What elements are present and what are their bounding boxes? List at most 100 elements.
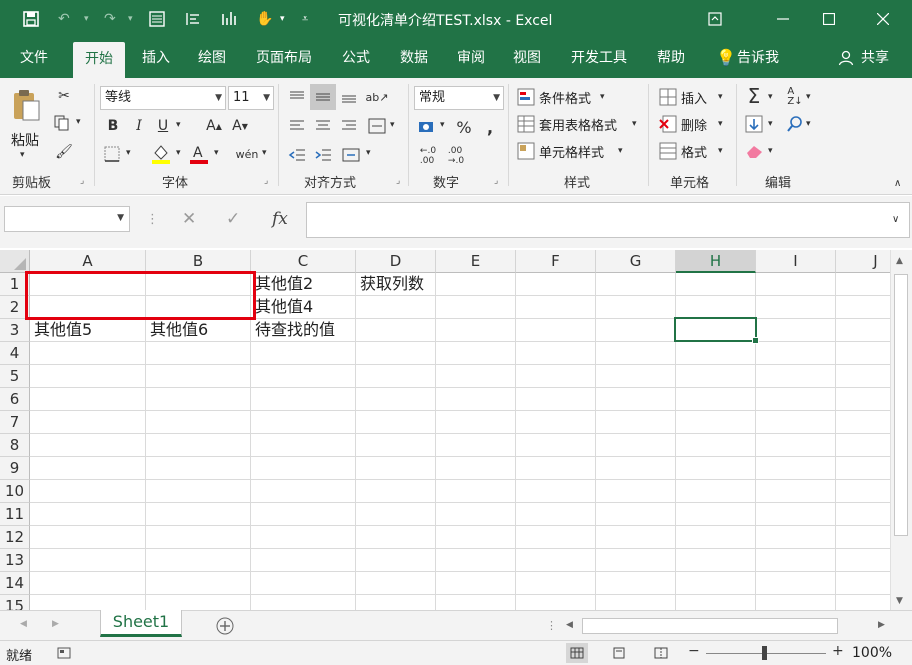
phonetic-dropdown-icon[interactable]: ▾ [262, 148, 267, 158]
scroll-left-icon[interactable]: ◀ [566, 620, 573, 630]
row-header-6[interactable]: 6 [0, 388, 30, 411]
zoom-out-icon[interactable]: − [688, 643, 700, 659]
row-header-11[interactable]: 11 [0, 503, 30, 526]
scroll-up-icon[interactable]: ▲ [896, 256, 903, 266]
merge-dropdown-icon[interactable]: ▾ [366, 148, 371, 158]
cell-styles-icon[interactable] [516, 141, 536, 161]
worksheet-grid[interactable]: A B C D E F G H I J 1 2 3 4 5 6 7 8 9 10… [0, 250, 890, 610]
name-box-dropdown-icon[interactable]: ▼ [117, 213, 124, 223]
align-icon[interactable] [184, 9, 202, 29]
autosum-dropdown-icon[interactable]: ▾ [768, 92, 773, 102]
touch-mode-icon[interactable]: ✋ [256, 9, 273, 29]
row-header-13[interactable]: 13 [0, 549, 30, 572]
column-header-j[interactable]: J [836, 250, 890, 273]
underline-dropdown-icon[interactable]: ▾ [176, 120, 181, 130]
font-launcher-icon[interactable]: ⌟ [264, 176, 274, 186]
copy-icon[interactable] [52, 113, 72, 133]
tell-me-search[interactable]: 告诉我 [737, 38, 779, 78]
row-header-9[interactable]: 9 [0, 457, 30, 480]
confirm-entry-icon[interactable]: ✓ [226, 209, 240, 229]
delete-cells-dropdown-icon[interactable]: ▾ [718, 119, 723, 129]
phonetic-icon[interactable]: wén [236, 142, 259, 166]
clipboard-launcher-icon[interactable]: ⌟ [80, 176, 90, 186]
cell-styles-button[interactable]: 单元格样式 [539, 142, 604, 161]
clear-icon[interactable] [744, 141, 766, 161]
share-button[interactable]: 共享 [861, 38, 889, 78]
tab-draw[interactable]: 绘图 [198, 38, 226, 78]
column-header-a[interactable]: A [30, 250, 146, 273]
macro-record-icon[interactable] [56, 645, 72, 661]
lightbulb-icon[interactable]: 💡 [716, 38, 736, 78]
tab-page-layout[interactable]: 页面布局 [256, 38, 312, 78]
paste-icon[interactable] [8, 86, 44, 124]
conditional-format-icon[interactable] [516, 87, 536, 107]
column-header-b[interactable]: B [146, 250, 251, 273]
copy-dropdown-icon[interactable]: ▾ [76, 117, 81, 127]
scroll-right-icon[interactable]: ▶ [878, 620, 885, 630]
borders-icon[interactable] [102, 144, 122, 164]
row-header-4[interactable]: 4 [0, 342, 30, 365]
close-icon[interactable] [860, 0, 906, 38]
row-header-10[interactable]: 10 [0, 480, 30, 503]
conditional-format-dropdown-icon[interactable]: ▾ [600, 92, 605, 102]
paste-dropdown-icon[interactable]: ▾ [20, 150, 25, 160]
redo-icon[interactable]: ↷ [104, 9, 116, 29]
format-as-table-button[interactable]: 套用表格格式 [539, 115, 617, 134]
sort-filter-icon[interactable]: A Z↓ [784, 86, 806, 108]
cell-c3[interactable]: 待查找的值 [251, 319, 335, 341]
tab-developer[interactable]: 开发工具 [571, 38, 627, 78]
zoom-level[interactable]: 100% [852, 645, 892, 661]
undo-dropdown-icon[interactable]: ▾ [84, 9, 89, 29]
page-break-view-icon[interactable] [650, 643, 672, 663]
row-header-3[interactable]: 3 [0, 319, 30, 342]
delete-cells-button[interactable]: 删除 [681, 115, 707, 134]
bold-icon[interactable]: B [104, 116, 122, 136]
align-right-icon[interactable] [338, 115, 360, 137]
sheet-next-icon[interactable]: ▶ [52, 619, 59, 629]
column-header-i[interactable]: I [756, 250, 836, 273]
font-color-icon[interactable]: A [188, 142, 210, 166]
font-name-dropdown-icon[interactable]: ▼ [215, 87, 222, 109]
vertical-scrollbar[interactable]: ▲ ▼ [890, 250, 912, 610]
column-header-g[interactable]: G [596, 250, 676, 273]
number-format-combo[interactable]: 常规 ▼ [414, 86, 504, 110]
wrap-text-icon[interactable] [366, 115, 388, 137]
tab-splitter-icon[interactable]: ⋮ [546, 619, 557, 632]
row-header-15[interactable]: 15 [0, 595, 30, 610]
currency-icon[interactable] [416, 116, 440, 138]
tab-help[interactable]: 帮助 [657, 38, 685, 78]
zoom-in-icon[interactable]: + [832, 643, 844, 659]
zoom-slider-thumb[interactable] [762, 646, 767, 660]
font-size-dropdown-icon[interactable]: ▼ [263, 87, 270, 109]
alignment-launcher-icon[interactable]: ⌟ [396, 176, 406, 186]
sort-filter-dropdown-icon[interactable]: ▾ [806, 92, 811, 102]
page-layout-view-icon[interactable] [608, 643, 630, 663]
fill-dropdown-icon[interactable]: ▾ [768, 119, 773, 129]
conditional-format-button[interactable]: 条件格式 [539, 88, 591, 107]
align-middle-icon[interactable] [310, 84, 336, 110]
sheet-tab-sheet1[interactable]: Sheet1 [100, 610, 182, 637]
collapse-ribbon-icon[interactable]: ∧ [894, 178, 901, 189]
align-center-icon[interactable] [312, 115, 334, 137]
insert-cells-dropdown-icon[interactable]: ▾ [718, 92, 723, 102]
increase-font-icon[interactable]: A ▲ [204, 116, 224, 136]
vertical-scroll-thumb[interactable] [894, 274, 908, 536]
number-launcher-icon[interactable]: ⌟ [494, 176, 504, 186]
align-left-icon[interactable] [286, 115, 308, 137]
cell-c2[interactable]: 其他值4 [251, 296, 313, 318]
chart-icon[interactable] [220, 9, 240, 29]
cell-a3[interactable]: 其他值5 [30, 319, 92, 341]
font-color-dropdown-icon[interactable]: ▾ [214, 148, 219, 158]
tab-review[interactable]: 审阅 [457, 38, 485, 78]
minimize-icon[interactable] [760, 0, 806, 38]
cell-d1[interactable]: 获取列数 [356, 273, 424, 295]
insert-cells-icon[interactable] [658, 87, 678, 107]
horizontal-scroll-thumb[interactable] [582, 618, 838, 634]
insert-function-icon[interactable]: fx [272, 209, 288, 229]
italic-icon[interactable]: I [130, 116, 148, 136]
fill-color-icon[interactable] [150, 142, 172, 166]
active-cell-h3[interactable] [674, 317, 759, 344]
sheet-prev-icon[interactable]: ◀ [20, 619, 27, 629]
tab-view[interactable]: 视图 [513, 38, 541, 78]
tab-file[interactable]: 文件 [20, 38, 48, 78]
